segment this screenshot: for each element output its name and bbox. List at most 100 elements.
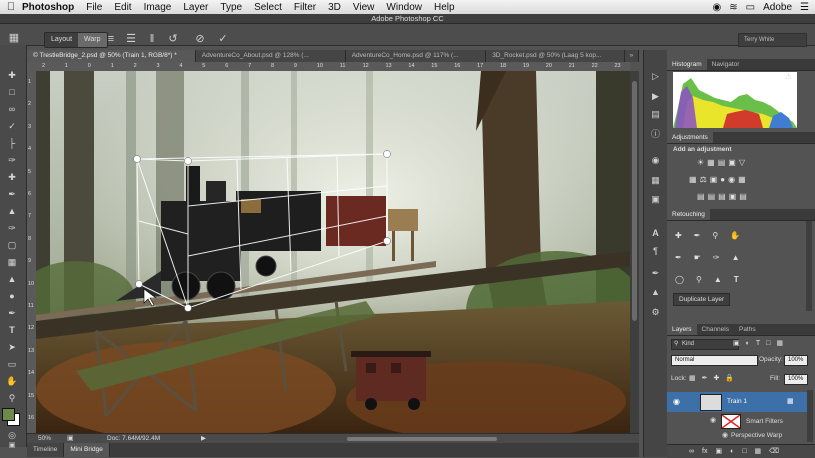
smart-filter-icon[interactable]: ▦ <box>776 338 783 349</box>
spot-heal-icon[interactable]: ✚ <box>675 230 682 241</box>
vibrance-icon[interactable]: ▽ <box>739 157 745 168</box>
layer-row-perspective-warp[interactable]: ◉ Perspective Warp <box>667 430 807 442</box>
adjustment-layer-icon[interactable]: ◐ <box>730 446 734 457</box>
shape-filter-icon[interactable]: □ <box>766 338 770 349</box>
hue-saturation-icon[interactable]: ▦ <box>689 174 697 185</box>
tab-retouching[interactable]: Retouching <box>667 209 710 220</box>
exposure-icon[interactable]: ▣ <box>728 157 736 168</box>
fill-input[interactable]: 100% <box>784 374 808 385</box>
eyedropper-tool-icon[interactable]: ✑ <box>4 154 20 166</box>
workspace-switcher[interactable]: Terry White <box>738 33 807 47</box>
marquee-tool-icon[interactable]: □ <box>4 86 20 98</box>
apple-icon[interactable]:  <box>0 1 22 13</box>
tabs-overflow-icon[interactable]: » <box>624 50 639 62</box>
eraser-tool-icon[interactable]: ▢ <box>4 239 20 251</box>
crop-tool-icon[interactable]: ├ <box>4 137 20 149</box>
straighten-vertical-icon[interactable]: ‖ <box>145 32 159 46</box>
vertical-scroll-thumb[interactable] <box>632 81 637 321</box>
tab-layers[interactable]: Layers <box>667 324 697 335</box>
duplicate-layer-button[interactable]: Duplicate Layer <box>673 293 731 306</box>
menu-image[interactable]: Image <box>144 2 172 13</box>
selective-color-icon[interactable]: ▣ <box>729 191 737 202</box>
tab-paths[interactable]: Paths <box>734 324 761 335</box>
blend-mode-select[interactable]: Normal <box>671 355 758 366</box>
mask-icon[interactable]: ▣ <box>715 446 722 457</box>
commit-icon[interactable]: ✓ <box>216 32 230 46</box>
tab-3d-rocket[interactable]: 3D_Rocket.psd @ 50% (Laag 5 kop... <box>486 50 625 62</box>
clone-source-panel-icon[interactable]: ▲ <box>649 286 662 298</box>
properties-panel-icon[interactable]: ▤ <box>649 108 662 120</box>
channel-mixer-icon[interactable]: ◉ <box>728 174 735 185</box>
creative-cloud-icon[interactable]: ◉ <box>713 2 722 13</box>
layout-mode-button[interactable]: Layout <box>45 33 79 47</box>
character-panel-icon[interactable]: A <box>649 227 662 239</box>
tab-channels[interactable]: Channels <box>697 324 734 335</box>
paragraph-panel-icon[interactable]: ¶ <box>649 245 662 257</box>
dodge-icon[interactable]: ✑ <box>713 252 720 263</box>
actions-panel-icon[interactable]: ▶ <box>649 90 662 102</box>
threshold-icon[interactable]: ▤ <box>718 191 726 202</box>
screen-mode-icon[interactable]: ▣ <box>4 440 20 452</box>
document-canvas[interactable] <box>36 71 630 433</box>
lock-position-icon[interactable]: ✚ <box>714 373 720 384</box>
lock-transparent-icon[interactable]: ▦ <box>689 373 696 384</box>
display-icon[interactable]: ▭ <box>746 2 755 13</box>
tab-adventureco-home[interactable]: AdventureCo_Home.psd @ 117% (... <box>345 50 487 62</box>
levels-icon[interactable]: ▦ <box>707 157 715 168</box>
history-brush-tool-icon[interactable]: ✑ <box>4 222 20 234</box>
brush-presets-panel-icon[interactable]: ✒ <box>649 267 662 279</box>
brush-tool-icon[interactable]: ✒ <box>4 188 20 200</box>
menu-type[interactable]: Type <box>220 2 242 13</box>
tab-timeline[interactable]: Timeline <box>27 443 65 457</box>
path-selection-tool-icon[interactable]: ➤ <box>4 341 20 353</box>
shape-tool-icon[interactable]: ▭ <box>4 358 20 370</box>
magnify-icon[interactable]: ⚲ <box>712 230 718 241</box>
vertical-scrollbar[interactable] <box>630 71 639 433</box>
healing-brush-tool-icon[interactable]: ✚ <box>4 171 20 183</box>
type-tool-icon[interactable]: T <box>4 324 20 336</box>
new-layer-icon[interactable]: ▦ <box>755 446 762 457</box>
fx-icon[interactable]: fx <box>702 446 707 457</box>
history-panel-icon[interactable]: ▷ <box>649 70 662 82</box>
tab-histogram[interactable]: Histogram <box>667 59 707 70</box>
posterize-icon[interactable]: ▤ <box>708 191 716 202</box>
sharpen-icon[interactable]: ▲ <box>714 274 722 285</box>
info-panel-icon[interactable]: ⓘ <box>649 128 662 140</box>
horizontal-scroll-thumb[interactable] <box>347 437 497 441</box>
swatches-panel-icon[interactable]: ▦ <box>649 174 662 186</box>
stamp-icon[interactable]: ▲ <box>732 252 740 263</box>
link-icon[interactable]: ∞ <box>689 446 694 457</box>
tab-adjustments[interactable]: Adjustments <box>667 132 713 143</box>
color-balance-icon[interactable]: ⚖ <box>700 174 707 185</box>
cancel-icon[interactable]: ⊘ <box>193 32 207 46</box>
app-menu[interactable]: Photoshop <box>22 2 74 13</box>
menu-filter[interactable]: Filter <box>294 2 316 13</box>
color-panel-icon[interactable]: ◉ <box>649 154 662 166</box>
brightness-icon[interactable]: ☀ <box>697 157 704 168</box>
retouching-scrollbar[interactable] <box>806 221 812 311</box>
patch-icon[interactable]: ✒ <box>694 230 701 241</box>
perspective-warp-tool-icon[interactable]: ▦ <box>7 31 21 45</box>
tab-trestlebridge[interactable]: © TrestleBridge_2.psd @ 50% (Train 1, RG… <box>27 50 196 62</box>
gradient-tool-icon[interactable]: ▦ <box>4 256 20 268</box>
type-filter-icon[interactable]: T <box>756 338 760 349</box>
clone-stamp-tool-icon[interactable]: ▲ <box>4 205 20 217</box>
foreground-color-swatch[interactable] <box>2 408 15 421</box>
eye-icon[interactable]: ◉ <box>673 397 680 406</box>
color-lookup-icon[interactable]: ▦ <box>738 174 746 185</box>
styles-panel-icon[interactable]: ▣ <box>649 193 662 205</box>
tab-mini-bridge[interactable]: Mini Bridge <box>64 443 110 457</box>
straighten-horizontal-icon[interactable]: ☰ <box>124 32 138 46</box>
opacity-input[interactable]: 100% <box>784 355 808 366</box>
photo-filter-icon[interactable]: ● <box>720 174 725 185</box>
adjustment-filter-icon[interactable]: ◐ <box>746 338 750 349</box>
layer-name[interactable]: Perspective Warp <box>731 432 782 439</box>
brush-icon[interactable]: ✒ <box>675 252 682 263</box>
gradient-map-icon[interactable]: ▤ <box>739 191 747 202</box>
hand-icon[interactable]: ✋ <box>730 230 740 241</box>
zoom-icon[interactable]: ⚲ <box>696 274 702 285</box>
group-icon[interactable]: □ <box>742 446 746 457</box>
layer-row-train[interactable]: ◉ Train 1 ▦ <box>667 392 807 412</box>
zoom-tool-icon[interactable]: ⚲ <box>4 392 20 404</box>
tool-presets-panel-icon[interactable]: ⚙ <box>649 306 662 318</box>
